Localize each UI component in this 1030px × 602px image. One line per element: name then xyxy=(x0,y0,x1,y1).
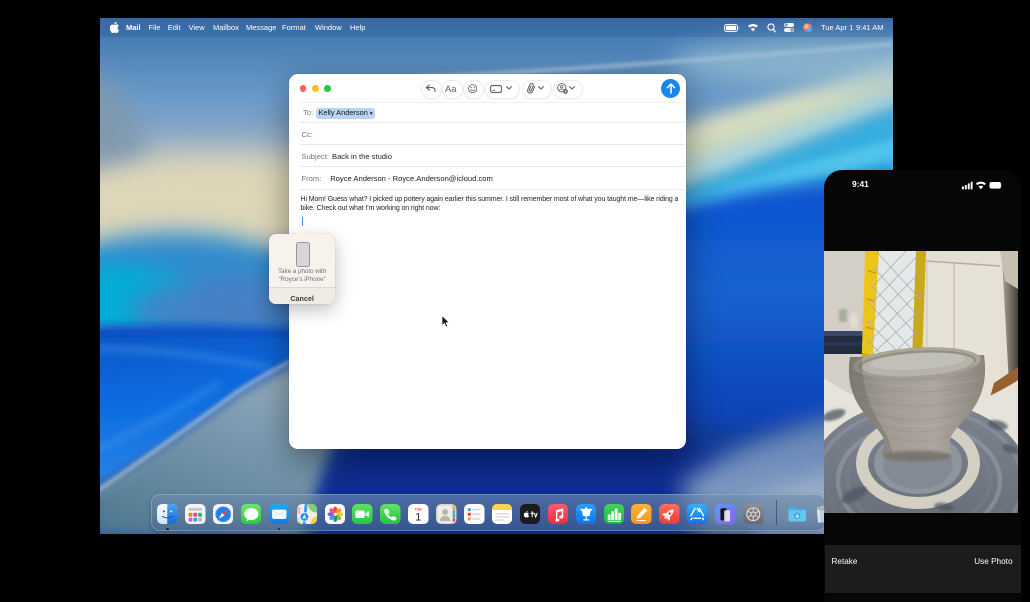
svg-text:1: 1 xyxy=(416,511,422,523)
